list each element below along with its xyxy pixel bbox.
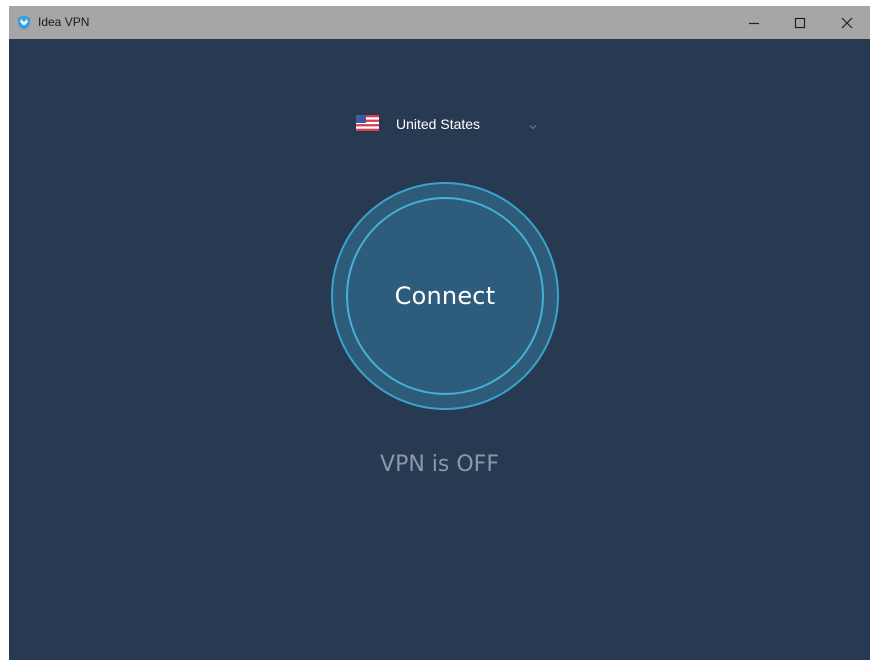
- app-window: Idea VPN United States Connect VPN is OF…: [9, 6, 870, 660]
- minimize-button[interactable]: [731, 6, 777, 39]
- minimize-icon: [748, 17, 760, 29]
- connect-button-label: Connect: [394, 282, 496, 310]
- connect-button[interactable]: Connect: [346, 197, 544, 395]
- connect-button-area: Connect: [331, 182, 559, 410]
- close-button[interactable]: [824, 6, 870, 39]
- maximize-button[interactable]: [777, 6, 823, 39]
- country-selector[interactable]: United States: [352, 110, 542, 138]
- us-flag-icon: [356, 115, 379, 131]
- close-icon: [841, 17, 853, 29]
- shield-icon: [17, 15, 31, 30]
- chevron-down-icon: [528, 118, 538, 130]
- window-title: Idea VPN: [38, 15, 90, 29]
- title-bar[interactable]: Idea VPN: [9, 6, 870, 39]
- vpn-status-text: VPN is OFF: [380, 452, 499, 477]
- maximize-icon: [794, 17, 806, 29]
- selected-country-label: United States: [396, 116, 481, 132]
